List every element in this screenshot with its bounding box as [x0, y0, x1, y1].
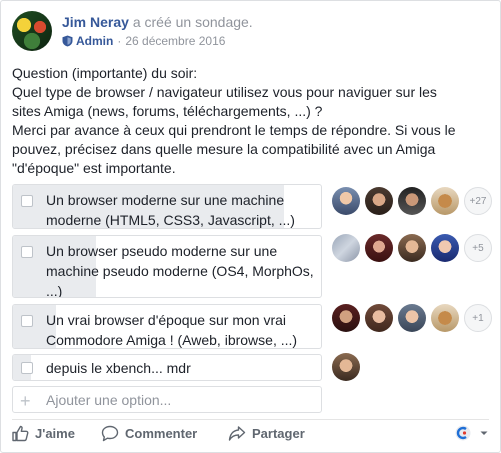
voter-avatar[interactable]	[332, 234, 360, 262]
post-meta: Jim Neray a créé un sondage. Admin · 26 …	[62, 11, 253, 53]
poll-post-card: Jim Neray a créé un sondage. Admin · 26 …	[0, 0, 501, 453]
poll-option-4[interactable]: depuis le xbench... mdr	[12, 354, 322, 381]
comment-button[interactable]: Commenter	[101, 425, 197, 442]
author-name[interactable]: Jim Neray	[62, 14, 129, 30]
post-text-line: sites Amiga (news, forums, téléchargemen…	[12, 103, 323, 119]
post-text-line: Merci par avance à ceux qui prendront le…	[12, 122, 456, 138]
option-1-voters[interactable]: +27	[332, 187, 492, 215]
voter-avatar[interactable]	[398, 234, 426, 262]
meta-separator: ·	[117, 34, 122, 48]
more-voters-count[interactable]: +1	[464, 304, 492, 332]
voter-avatar[interactable]	[332, 187, 360, 215]
option-checkbox[interactable]	[21, 362, 33, 374]
author-avatar[interactable]	[12, 11, 52, 51]
plus-icon: +	[20, 391, 31, 411]
page-avatar-icon	[455, 425, 471, 441]
admin-badge[interactable]: Admin	[62, 34, 113, 48]
post-text-line: pouvez, précisez dans quelle mesure la c…	[12, 141, 436, 157]
reaction-selector[interactable]	[455, 425, 489, 441]
voter-avatar[interactable]	[365, 234, 393, 262]
poll-option-1[interactable]: Un browser moderne sur une machine moder…	[12, 184, 322, 229]
post-action-bar: J'aime Commenter Partager	[12, 419, 489, 449]
more-voters-count[interactable]: +5	[464, 234, 492, 262]
post-body: Question (importante) du soir: Quel type…	[12, 64, 487, 178]
add-option-placeholder: Ajouter une option...	[46, 392, 172, 408]
option-3-voters[interactable]: +1	[332, 304, 492, 332]
thumbs-up-icon	[12, 425, 29, 442]
option-checkbox[interactable]	[21, 246, 33, 258]
post-headline: Jim Neray a créé un sondage.	[62, 13, 253, 31]
comment-icon	[101, 425, 119, 442]
voter-avatar[interactable]	[431, 187, 459, 215]
voter-avatar[interactable]	[332, 304, 360, 332]
voter-avatar[interactable]	[365, 304, 393, 332]
option-4-voters[interactable]	[332, 353, 365, 381]
option-checkbox[interactable]	[21, 195, 33, 207]
admin-label: Admin	[76, 34, 114, 48]
post-text-line: Question (importante) du soir:	[12, 65, 198, 81]
voter-avatar[interactable]	[398, 304, 426, 332]
voter-avatar[interactable]	[431, 234, 459, 262]
comment-label: Commenter	[125, 426, 198, 441]
option-label: depuis le xbench... mdr	[46, 360, 191, 376]
post-text-line: Quel type de browser / navigateur utilis…	[12, 84, 437, 100]
post-subline: Admin · 26 décembre 2016	[62, 34, 253, 48]
post-date[interactable]: 26 décembre 2016	[125, 34, 225, 48]
like-label: J'aime	[35, 426, 75, 441]
like-button[interactable]: J'aime	[12, 425, 75, 442]
share-button[interactable]: Partager	[228, 425, 305, 442]
more-voters-count[interactable]: +27	[464, 187, 492, 215]
voter-avatar[interactable]	[431, 304, 459, 332]
option-checkbox[interactable]	[21, 315, 33, 327]
post-header: Jim Neray a créé un sondage. Admin · 26 …	[12, 11, 482, 53]
shield-icon	[62, 35, 73, 47]
post-action: a créé un sondage.	[132, 14, 253, 30]
post-text-line: "d'époque" est importante.	[12, 160, 176, 176]
share-label: Partager	[252, 426, 305, 441]
poll-option-2[interactable]: Un browser pseudo moderne sur une machin…	[12, 235, 322, 298]
voter-avatar[interactable]	[365, 187, 393, 215]
voter-avatar[interactable]	[398, 187, 426, 215]
option-2-voters[interactable]: +5	[332, 234, 492, 262]
option-label: Un browser moderne sur une machine moder…	[46, 192, 295, 228]
option-label: Un vrai browser d'époque sur mon vrai Co…	[46, 312, 298, 348]
share-icon	[228, 426, 246, 441]
voter-avatar[interactable]	[332, 353, 360, 381]
poll-option-3[interactable]: Un vrai browser d'époque sur mon vrai Co…	[12, 304, 322, 349]
caret-down-icon	[480, 431, 488, 435]
option-label: Un browser pseudo moderne sur une machin…	[46, 243, 314, 298]
add-option-field[interactable]: + Ajouter une option...	[12, 386, 322, 413]
